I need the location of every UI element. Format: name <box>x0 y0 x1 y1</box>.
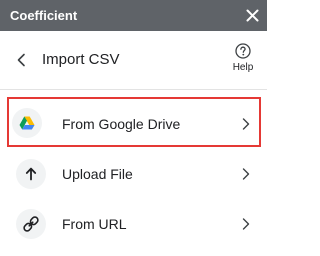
app-title: Coefficient <box>10 8 78 23</box>
close-button[interactable] <box>244 7 261 24</box>
option-chevron <box>240 168 252 180</box>
chevron-left-icon <box>17 53 25 67</box>
header-row: Import CSV Help <box>0 31 267 91</box>
chevron-right-icon <box>242 168 250 180</box>
option-icon-badge <box>16 209 46 239</box>
option-upload-file[interactable]: Upload File <box>0 149 267 199</box>
chevron-right-icon <box>242 218 250 230</box>
divider <box>0 89 267 90</box>
link-icon <box>23 216 39 232</box>
option-label: Upload File <box>62 166 133 182</box>
option-from-url[interactable]: From URL <box>0 199 267 249</box>
help-button[interactable]: Help <box>226 43 260 85</box>
option-icon-badge <box>16 159 46 189</box>
page-title: Import CSV <box>42 51 120 68</box>
google-drive-icon <box>19 116 35 130</box>
help-icon <box>235 43 251 59</box>
option-icon-badge <box>12 108 42 138</box>
option-from-google-drive[interactable]: From Google Drive <box>7 97 261 147</box>
close-icon <box>246 9 259 22</box>
back-button[interactable] <box>12 51 30 69</box>
option-chevron <box>240 118 252 130</box>
help-label: Help <box>232 62 254 73</box>
titlebar: Coefficient <box>0 0 267 31</box>
option-chevron <box>240 218 252 230</box>
import-csv-panel: Coefficient Import CSV Help From Google … <box>0 0 267 256</box>
option-label: From Google Drive <box>62 116 181 132</box>
chevron-right-icon <box>242 118 250 130</box>
upload-arrow-icon <box>25 167 37 181</box>
option-label: From URL <box>62 216 127 232</box>
